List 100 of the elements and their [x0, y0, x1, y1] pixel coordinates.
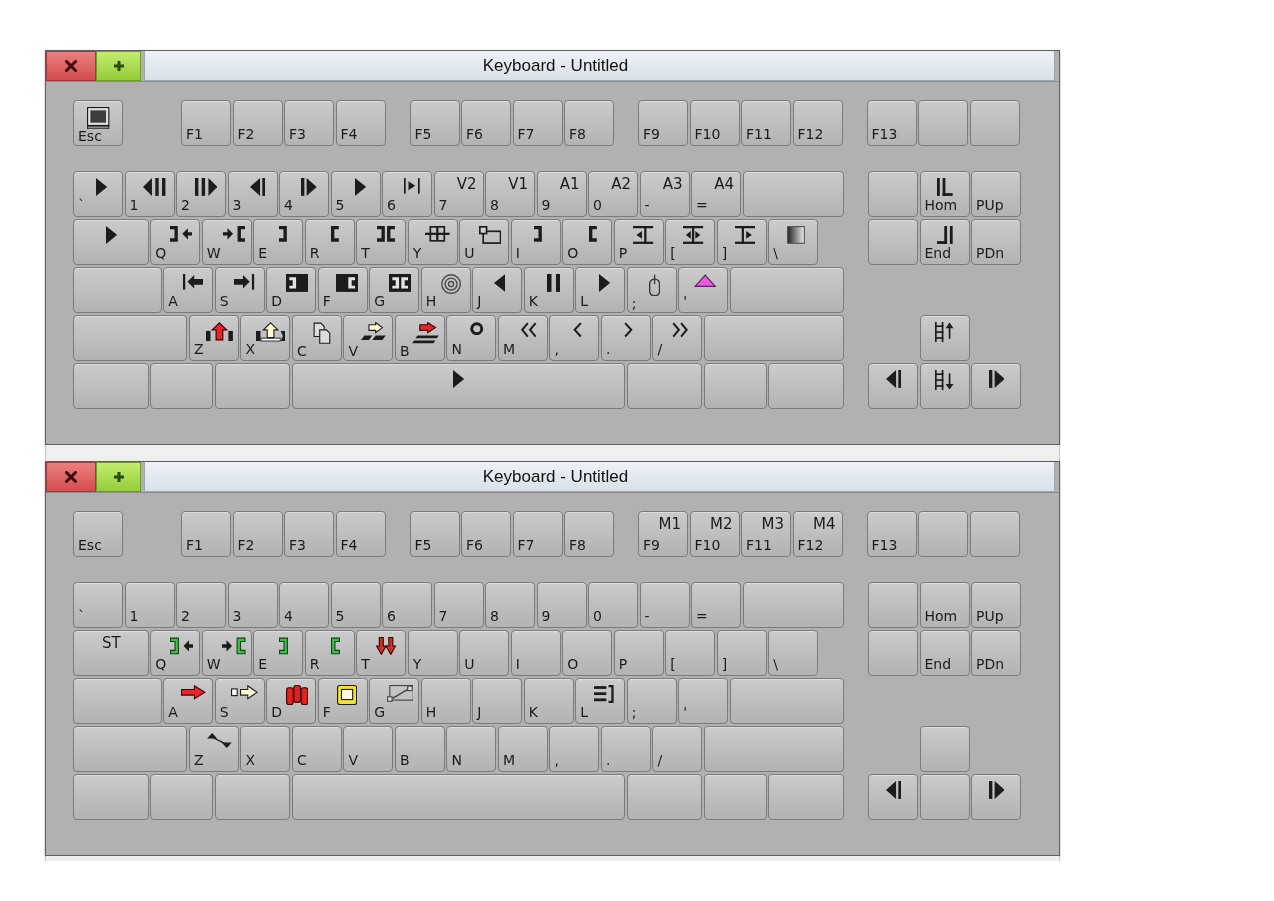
- keyboard-key[interactable]: F4: [335, 511, 386, 557]
- keyboard-key[interactable]: 4: [279, 582, 329, 628]
- keyboard-key[interactable]: 7: [433, 582, 484, 628]
- keyboard-key[interactable]: G: [369, 678, 420, 724]
- keyboard-key[interactable]: I: [510, 219, 561, 265]
- keyboard-key[interactable]: M3 F11: [741, 511, 791, 557]
- keyboard-key[interactable]: End: [919, 630, 970, 676]
- keyboard-key[interactable]: F13: [866, 100, 917, 146]
- keyboard-key[interactable]: I: [510, 630, 561, 676]
- keyboard-key[interactable]: F13: [866, 511, 917, 557]
- keyboard-key[interactable]: .: [600, 315, 651, 361]
- keyboard-key[interactable]: F11: [741, 100, 791, 146]
- keyboard-key[interactable]: F7: [512, 100, 563, 146]
- keyboard-key[interactable]: A: [163, 678, 214, 724]
- keyboard-key[interactable]: [: [665, 630, 716, 676]
- keyboard-key[interactable]: X: [240, 315, 291, 361]
- keyboard-key[interactable]: F1: [181, 511, 231, 557]
- keyboard-key[interactable]: M1 F9: [638, 511, 688, 557]
- keyboard-key[interactable]: 5: [330, 171, 381, 217]
- keyboard-key[interactable]: G: [369, 267, 420, 313]
- keyboard-key[interactable]: Z: [188, 315, 239, 361]
- keyboard-key[interactable]: L: [575, 267, 626, 313]
- keyboard-key[interactable]: L: [575, 678, 626, 724]
- keyboard-key[interactable]: R: [304, 219, 355, 265]
- keyboard-key[interactable]: F6: [461, 511, 511, 557]
- keyboard-key[interactable]: F1: [181, 100, 231, 146]
- keyboard-key[interactable]: 4: [279, 171, 329, 217]
- keyboard-key[interactable]: ': [678, 678, 729, 724]
- keyboard-key[interactable]: \: [768, 219, 819, 265]
- keyboard-key[interactable]: P: [613, 219, 664, 265]
- keyboard-key[interactable]: -: [639, 582, 690, 628]
- keyboard-key[interactable]: J: [472, 678, 523, 724]
- keyboard-key[interactable]: PUp: [971, 171, 1021, 217]
- keyboard-key[interactable]: [919, 363, 970, 409]
- add-button[interactable]: [96, 51, 141, 81]
- keyboard-key[interactable]: H: [420, 267, 471, 313]
- keyboard-key[interactable]: A: [163, 267, 214, 313]
- keyboard-key[interactable]: W: [201, 630, 252, 676]
- keyboard-key[interactable]: 6: [382, 171, 432, 217]
- keyboard-key[interactable]: 1: [124, 171, 175, 217]
- keyboard-key[interactable]: T: [356, 219, 407, 265]
- keyboard-key[interactable]: Y: [407, 630, 458, 676]
- keyboard-key[interactable]: E: [253, 630, 304, 676]
- keyboard-key[interactable]: [971, 774, 1021, 820]
- keyboard-key[interactable]: [971, 363, 1021, 409]
- keyboard-key[interactable]: M2 F10: [689, 511, 740, 557]
- keyboard-key[interactable]: 3: [227, 582, 278, 628]
- keyboard-key[interactable]: Q: [150, 630, 201, 676]
- keyboard-key[interactable]: 5: [330, 582, 381, 628]
- keyboard-key[interactable]: M4 F12: [792, 511, 843, 557]
- close-button[interactable]: [46, 51, 96, 81]
- keyboard-key[interactable]: A4 =: [691, 171, 741, 217]
- keyboard-key[interactable]: PDn: [971, 219, 1021, 265]
- keyboard-key[interactable]: Z: [188, 726, 239, 772]
- keyboard-key[interactable]: F10: [689, 100, 740, 146]
- keyboard-key[interactable]: .: [600, 726, 651, 772]
- keyboard-key[interactable]: N: [446, 315, 497, 361]
- keyboard-key[interactable]: S: [214, 678, 265, 724]
- keyboard-key[interactable]: [: [665, 219, 716, 265]
- keyboard-key[interactable]: F: [317, 678, 368, 724]
- keyboard-key[interactable]: S: [214, 267, 265, 313]
- keyboard-key[interactable]: \: [768, 630, 819, 676]
- keyboard-key[interactable]: F5: [409, 511, 460, 557]
- keyboard-key[interactable]: F2: [232, 100, 283, 146]
- keyboard-key[interactable]: Esc: [73, 511, 123, 557]
- keyboard-key[interactable]: F3: [284, 100, 334, 146]
- keyboard-key[interactable]: End: [919, 219, 970, 265]
- keyboard-key[interactable]: D: [266, 267, 317, 313]
- keyboard-key[interactable]: [919, 315, 970, 361]
- keyboard-key[interactable]: /: [652, 726, 703, 772]
- keyboard-key[interactable]: V: [343, 315, 394, 361]
- keyboard-key[interactable]: K: [523, 678, 574, 724]
- keyboard-key[interactable]: Esc: [73, 100, 123, 146]
- keyboard-key[interactable]: F2: [232, 511, 283, 557]
- keyboard-key[interactable]: C: [291, 315, 342, 361]
- keyboard-key[interactable]: 0: [588, 582, 638, 628]
- keyboard-key[interactable]: `: [73, 582, 123, 628]
- keyboard-key[interactable]: D: [266, 678, 317, 724]
- keyboard-key[interactable]: F9: [638, 100, 688, 146]
- keyboard-key[interactable]: R: [304, 630, 355, 676]
- keyboard-key[interactable]: [868, 774, 918, 820]
- keyboard-key[interactable]: B: [394, 315, 445, 361]
- keyboard-key[interactable]: 1: [124, 582, 175, 628]
- keyboard-key[interactable]: Q: [150, 219, 201, 265]
- keyboard-key[interactable]: Hom: [919, 582, 970, 628]
- keyboard-key[interactable]: O: [562, 630, 613, 676]
- keyboard-key[interactable]: 6: [382, 582, 432, 628]
- keyboard-key[interactable]: Hom: [919, 171, 970, 217]
- add-button[interactable]: [96, 462, 141, 492]
- keyboard-key[interactable]: A2 0: [588, 171, 638, 217]
- keyboard-key[interactable]: Y: [407, 219, 458, 265]
- keyboard-key[interactable]: ;: [626, 678, 677, 724]
- keyboard-key[interactable]: ;: [626, 267, 677, 313]
- keyboard-key[interactable]: 2: [176, 582, 226, 628]
- keyboard-key[interactable]: W: [201, 219, 252, 265]
- keyboard-key[interactable]: J: [472, 267, 523, 313]
- keyboard-key[interactable]: B: [394, 726, 445, 772]
- keyboard-key[interactable]: F5: [409, 100, 460, 146]
- keyboard-key[interactable]: F: [317, 267, 368, 313]
- keyboard-key[interactable]: X: [240, 726, 291, 772]
